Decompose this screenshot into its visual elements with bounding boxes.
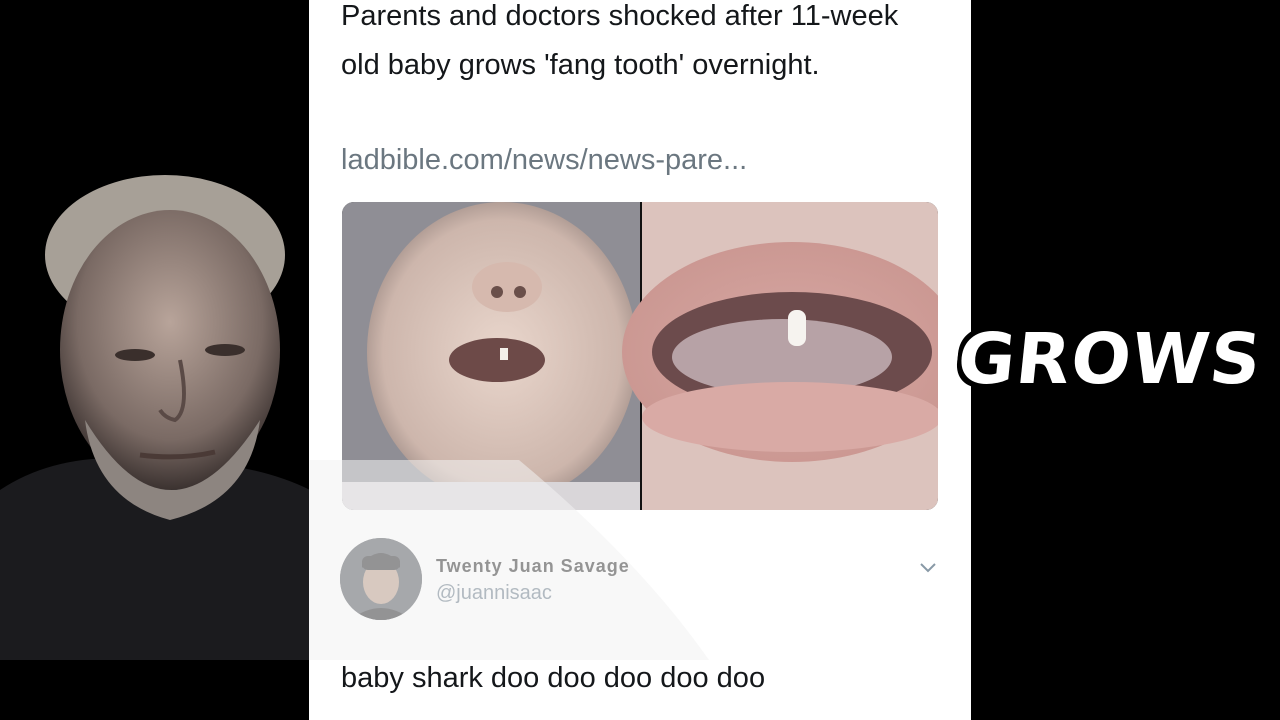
chevron-down-icon[interactable] bbox=[918, 558, 938, 578]
reply-display-name[interactable]: Twenty Juan Savage bbox=[436, 556, 630, 577]
reply-text: baby shark doo doo doo doo doo bbox=[341, 662, 766, 694]
avatar-image bbox=[340, 538, 422, 620]
tweet-screenshot: Parents and doctors shocked after 11-wee… bbox=[309, 0, 971, 720]
overlay-caption: GROWS bbox=[953, 318, 1266, 400]
reply-header: Twenty Juan Savage @juannisaac bbox=[340, 538, 950, 622]
baby-photo-collage bbox=[342, 202, 938, 510]
tweet-headline: Parents and doctors shocked after 11-wee… bbox=[341, 0, 899, 81]
tweet-link[interactable]: ladbible.com/news/news-pare... bbox=[341, 144, 747, 177]
presenter-figure bbox=[0, 160, 310, 660]
webcam-presenter bbox=[0, 160, 310, 660]
reply-handle[interactable]: @juannisaac bbox=[436, 582, 552, 605]
avatar[interactable] bbox=[340, 538, 422, 620]
tweet-media bbox=[342, 202, 938, 510]
